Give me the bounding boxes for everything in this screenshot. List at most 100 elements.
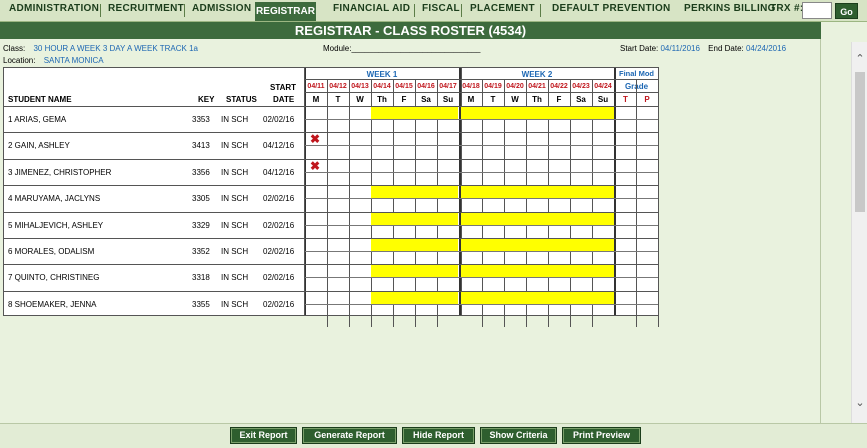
student-key: 3355 bbox=[192, 299, 210, 309]
start-date-label: Start Date: bbox=[620, 44, 659, 53]
highlight-week2 bbox=[461, 291, 614, 304]
week2-date: 04/19 bbox=[484, 83, 502, 90]
student-name[interactable]: 2 GAIN, ASHLEY bbox=[8, 141, 70, 150]
week1-date: 04/14 bbox=[373, 83, 391, 90]
final-p-label: P bbox=[644, 95, 650, 104]
student-name[interactable]: 4 MARUYAMA, JACLYNS bbox=[8, 194, 100, 203]
week2-day: T bbox=[490, 95, 496, 104]
print-preview-button[interactable]: Print Preview bbox=[562, 427, 641, 444]
week1-date: 04/13 bbox=[351, 83, 369, 90]
student-status: IN SCH bbox=[221, 247, 249, 256]
week2-label: WEEK 2 bbox=[521, 70, 553, 79]
date-range: Start Date: 04/11/2016 End Date: 04/24/2… bbox=[620, 44, 786, 53]
top-nav: ADMINISTRATION RECRUITMENT ADMISSION REG… bbox=[0, 0, 867, 22]
show-criteria-button[interactable]: Show Criteria bbox=[480, 427, 557, 444]
week1-date: 04/17 bbox=[439, 83, 457, 90]
highlight-week2 bbox=[461, 107, 614, 119]
highlight-week2 bbox=[461, 239, 614, 251]
go-button[interactable]: Go bbox=[835, 3, 858, 19]
highlight-week1 bbox=[371, 291, 458, 304]
tab-default-prevention[interactable]: DEFAULT PREVENTION bbox=[552, 3, 671, 14]
week2-date: 04/20 bbox=[506, 83, 524, 90]
student-key: 3305 bbox=[192, 194, 210, 204]
highlight-week1 bbox=[371, 186, 458, 199]
week2-date: 04/21 bbox=[528, 83, 546, 90]
title-bar: REGISTRAR - CLASS ROSTER (4534) bbox=[0, 22, 821, 39]
row-subline bbox=[305, 277, 658, 279]
week1-day: F bbox=[401, 95, 407, 104]
row-line bbox=[4, 132, 658, 134]
student-name[interactable]: 8 SHOEMAKER, JENNA bbox=[8, 300, 96, 309]
hide-report-button[interactable]: Hide Report bbox=[402, 427, 475, 444]
week2-day: W bbox=[511, 95, 519, 104]
vertical-scrollbar[interactable]: ⌃ ⌄ bbox=[851, 42, 867, 423]
header-key: KEY bbox=[198, 95, 215, 104]
week2-date: 04/23 bbox=[572, 83, 590, 90]
student-start-date: 02/02/16 bbox=[263, 299, 295, 309]
tab-recruitment[interactable]: RECRUITMENT bbox=[108, 3, 184, 14]
week1-day: T bbox=[335, 95, 341, 104]
class-info: Class: 30 HOUR A WEEK 3 DAY A WEEK TRACK… bbox=[3, 44, 198, 53]
absent-x-icon[interactable]: ✖ bbox=[309, 133, 321, 145]
final-grade-label: Final Mod bbox=[619, 69, 654, 78]
page-title: REGISTRAR - CLASS ROSTER (4534) bbox=[294, 23, 527, 38]
exit-report-button[interactable]: Exit Report bbox=[230, 427, 297, 444]
grid-line bbox=[658, 80, 659, 327]
start-date-value: 04/11/2016 bbox=[660, 44, 700, 53]
trx-input[interactable] bbox=[802, 2, 832, 19]
location-label: Location: bbox=[3, 56, 36, 65]
student-key: 3318 bbox=[192, 273, 210, 283]
absent-x-icon[interactable]: ✖ bbox=[309, 160, 321, 172]
row-subline bbox=[305, 251, 658, 252]
generate-report-button[interactable]: Generate Report bbox=[302, 427, 397, 444]
tab-divider bbox=[100, 4, 101, 17]
student-start-date: 04/12/16 bbox=[263, 141, 295, 151]
tab-financial-aid[interactable]: FINANCIAL AID bbox=[333, 3, 410, 14]
highlight-week1 bbox=[371, 239, 458, 251]
tab-placement[interactable]: PLACEMENT bbox=[470, 3, 535, 14]
tab-divider bbox=[184, 4, 185, 17]
week2-date: 04/18 bbox=[462, 83, 480, 90]
row-line bbox=[4, 158, 658, 160]
header-status: STATUS bbox=[226, 95, 257, 104]
highlight-week2 bbox=[461, 212, 614, 225]
tab-admission[interactable]: ADMISSION bbox=[192, 3, 251, 14]
student-name[interactable]: 7 QUINTO, CHRISTINEG bbox=[8, 273, 99, 282]
scroll-down-icon[interactable]: ⌄ bbox=[852, 396, 867, 410]
week2-day: M bbox=[467, 95, 475, 104]
week1-day: Su bbox=[442, 95, 454, 104]
student-key: 3329 bbox=[192, 220, 210, 230]
location-info: Location: SANTA MONICA bbox=[3, 56, 104, 65]
student-status: IN SCH bbox=[221, 141, 249, 151]
tab-perkins-billing[interactable]: PERKINS BILLING bbox=[684, 3, 776, 14]
student-start-date: 02/02/16 bbox=[263, 115, 295, 124]
row-subline bbox=[305, 303, 658, 305]
tab-registrar[interactable]: REGISTRAR bbox=[255, 2, 316, 21]
module-label: Module:_____________________________ bbox=[323, 44, 481, 53]
student-start-date: 02/02/16 bbox=[263, 220, 295, 230]
student-name[interactable]: 1 ARIAS, GEMA bbox=[8, 115, 66, 124]
week1-day: Sa bbox=[421, 95, 431, 104]
week2-day: Su bbox=[597, 95, 609, 104]
tab-divider bbox=[540, 4, 541, 17]
student-name[interactable]: 6 MORALES, ODALISM bbox=[8, 247, 94, 256]
tab-administration[interactable]: ADMINISTRATION bbox=[9, 3, 99, 14]
week1-day: W bbox=[356, 95, 364, 104]
header-date: DATE bbox=[273, 95, 295, 104]
highlight-week2 bbox=[461, 186, 614, 199]
tab-fiscal[interactable]: FISCAL bbox=[422, 3, 460, 14]
student-name[interactable]: 5 MIHALJEVICH, ASHLEY bbox=[8, 221, 103, 230]
student-name[interactable]: 3 JIMENEZ, CHRISTOPHER bbox=[8, 168, 111, 177]
end-date-label: End Date: bbox=[708, 44, 744, 53]
scroll-up-icon[interactable]: ⌃ bbox=[852, 52, 867, 66]
tab-divider bbox=[461, 4, 462, 17]
week1-label: WEEK 1 bbox=[366, 70, 398, 79]
scroll-thumb[interactable] bbox=[855, 72, 865, 212]
student-key: 3356 bbox=[192, 167, 210, 177]
row-subline bbox=[305, 145, 658, 147]
location-value: SANTA MONICA bbox=[43, 56, 104, 65]
highlight-week2 bbox=[461, 265, 614, 278]
week1-date: 04/11 bbox=[307, 83, 325, 90]
highlight-week1 bbox=[371, 265, 458, 278]
grid-line bbox=[305, 79, 658, 80]
